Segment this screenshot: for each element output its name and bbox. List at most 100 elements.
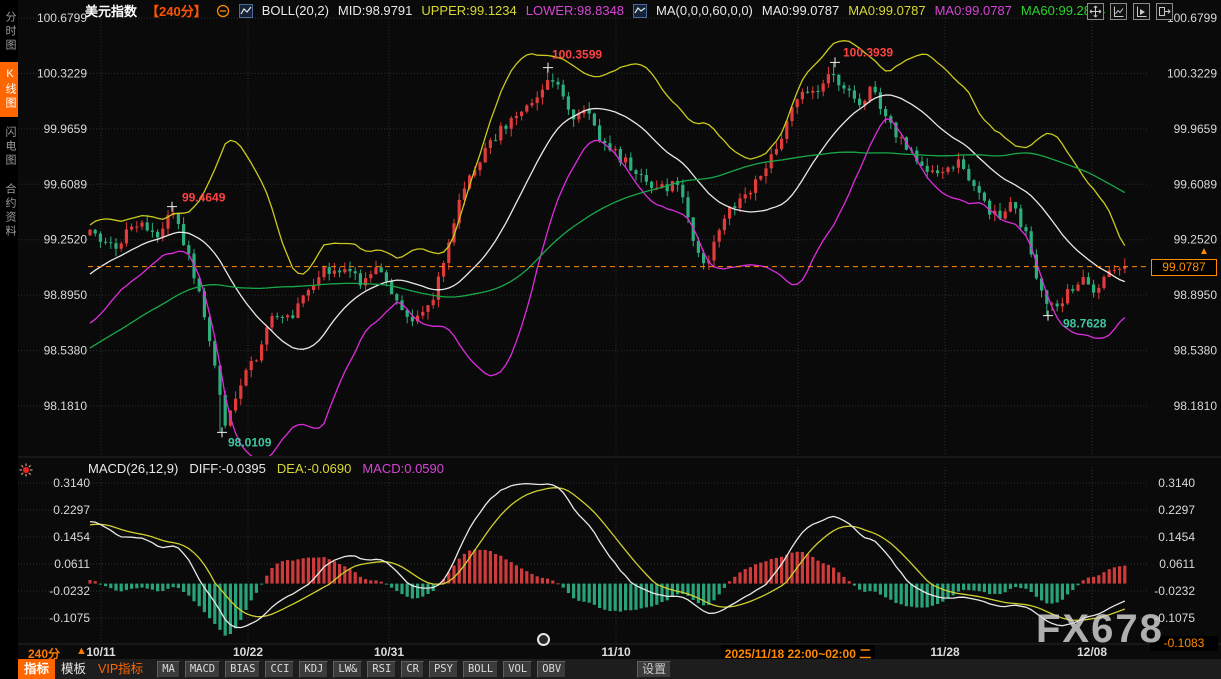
crosshair-move-icon[interactable] (1087, 3, 1104, 20)
indicator-button-rsi[interactable]: RSI (367, 661, 396, 678)
price-axis-label-left: 99.6089 (44, 177, 88, 191)
macd-axis-label-right: 0.3140 (1158, 476, 1195, 490)
price-axis-label-left: 100.3229 (37, 66, 87, 80)
indicator-button-cr[interactable]: CR (401, 661, 424, 678)
price-axis-label-left: 99.9659 (44, 122, 88, 136)
mouse-cursor-icon (537, 633, 550, 646)
price-axis-label-right: 99.9659 (1174, 122, 1218, 136)
indicator-button-psy[interactable]: PSY (429, 661, 458, 678)
view-mode-sidebar: 分时图 K线图闪电图合约资料 (0, 0, 18, 679)
date-tick-label: 10/11 (86, 645, 115, 659)
macd-axis-label-right: -0.0232 (1154, 584, 1195, 598)
tab-templates[interactable]: 模板 (55, 659, 92, 679)
ma60-line (90, 152, 1125, 348)
indicator-button-macd[interactable]: MACD (185, 661, 220, 678)
price-axis-label-left: 99.2520 (44, 233, 88, 247)
high-price-annotation: 99.4649 (182, 191, 226, 205)
chart-playback-icon[interactable] (1133, 3, 1150, 20)
sidebar-item-candlestick-chart[interactable]: K线图 (0, 62, 18, 117)
indicator-button-bias[interactable]: BIAS (225, 661, 260, 678)
price-annotations: 99.4649 100.3599 100.3939 98.0109 98.7628 (167, 45, 1107, 449)
price-axis-label-right: 98.5380 (1174, 344, 1218, 358)
boll-mid-line (90, 95, 1125, 349)
date-tick-label: 11/10 (601, 645, 630, 659)
boll-upper-line (90, 41, 1125, 274)
price-axis-label-right: 98.1810 (1174, 399, 1218, 413)
price-axis-label-left: 98.8950 (44, 288, 88, 302)
extreme-cross-marker (543, 63, 553, 73)
low-price-annotation: 98.0109 (228, 435, 272, 449)
date-tick-label: 12/08 (1077, 645, 1107, 659)
date-tick-label: 11/28 (930, 645, 959, 659)
macd-diff-value: DIFF:-0.0395 (189, 461, 266, 476)
chart-header: 美元指数 【240分】 BOLL(20,2) MID:98.9791 UPPER… (85, 2, 1105, 19)
symbol-name: 美元指数 (85, 1, 137, 20)
pan-right-icon[interactable] (1156, 3, 1173, 20)
extreme-cross-marker (1043, 311, 1053, 321)
indicator-button-kdj[interactable]: KDJ (299, 661, 328, 678)
price-up-arrow-icon: ▲ (1199, 246, 1209, 257)
macd-axis-label-left: -0.0232 (49, 584, 90, 598)
tab-vip-indicators[interactable]: VIP指标 (92, 659, 149, 679)
auto-scale-chart-icon[interactable] (1110, 3, 1127, 20)
last-price-badge: 99.0787 (1151, 259, 1217, 276)
boll-lower-value: LOWER:98.8348 (526, 3, 624, 18)
indicator-button-vol[interactable]: VOL (503, 661, 532, 678)
macd-value-badge: -0.1083 (1150, 636, 1218, 651)
ma0-value-2: MA0:99.0787 (848, 3, 925, 18)
candlesticks (88, 62, 1126, 432)
price-axis-label-right: 99.6089 (1174, 177, 1218, 191)
date-tick-label: 10/31 (374, 645, 404, 659)
low-price-annotation: 98.7628 (1063, 317, 1107, 331)
collapse-icon[interactable] (216, 4, 230, 18)
ma-indicator-icon[interactable] (633, 4, 647, 18)
indicator-button-obv[interactable]: OBV (537, 661, 566, 678)
boll-params: BOLL(20,2) (262, 3, 329, 18)
settings-button[interactable]: 设置 (637, 661, 671, 678)
period-label: 【240分】 (146, 1, 207, 20)
bottom-toolbar: 指标模板VIP指标 MA MACD BIAS CCI KDJ LW&RSI CR PSY BOLL… (18, 659, 1221, 679)
chart-canvas[interactable]: 100.6799 100.6799 100.3229 100.3229 99.9659 9… (0, 0, 1221, 679)
high-price-annotation: 100.3939 (843, 45, 893, 59)
sidebar-item-time-share-chart[interactable]: 分时图 (0, 5, 18, 59)
macd-header: MACD(26,12,9) DIFF:-0.0395 DEA:-0.0690 M… (88, 461, 444, 476)
boll-mid-value: MID:98.9791 (338, 3, 412, 18)
period-arrow-icon[interactable]: ▲ (76, 645, 87, 657)
axis-labels: 100.6799 100.6799 100.3229 100.3229 99.9659 9… (37, 11, 1217, 625)
indicator-button-lw&[interactable]: LW& (333, 661, 362, 678)
price-axis-label-right: 100.6799 (1167, 11, 1217, 25)
indicator-button-ma[interactable]: MA (157, 661, 180, 678)
date-tick-label: 10/22 (233, 645, 263, 659)
macd-axis-label-left: 0.2297 (53, 503, 90, 517)
indicator-button-boll[interactable]: BOLL (463, 661, 498, 678)
boll-upper-value: UPPER:99.1234 (421, 3, 516, 18)
boll-indicator-icon[interactable] (239, 4, 253, 18)
trading-app-window: 100.6799 100.6799 100.3229 100.3229 99.9659 9… (0, 0, 1221, 679)
sidebar-item-contract-info[interactable]: 合约资料 (0, 177, 18, 245)
price-axis-label-right: 100.3229 (1167, 66, 1217, 80)
date-axis-row: 240分 ▲ 10/1110/2210/3111/102025/11/18 22… (0, 645, 1221, 659)
macd-histogram (88, 550, 1126, 636)
indicator-button-cci[interactable]: CCI (265, 661, 294, 678)
macd-axis-label-left: -0.1075 (49, 611, 90, 625)
ma-params: MA(0,0,0,60,0,0) (656, 3, 753, 18)
price-axis-label-left: 100.6799 (37, 11, 87, 25)
indicator-flag-icon[interactable] (19, 463, 33, 482)
ma0-value-1: MA0:99.0787 (762, 3, 839, 18)
macd-axis-label-left: 0.1454 (53, 530, 90, 544)
macd-axis-label-left: 0.3140 (53, 476, 90, 490)
macd-badge-value: -0.1083 (1164, 636, 1205, 650)
macd-macd-value: MACD:0.0590 (362, 461, 444, 476)
ma0-value-3: MA0:99.0787 (935, 3, 1012, 18)
last-price-value: 99.0787 (1162, 260, 1205, 274)
extreme-cross-marker (830, 57, 840, 67)
macd-axis-label-right: 0.1454 (1158, 530, 1195, 544)
price-axis-label-left: 98.5380 (44, 344, 88, 358)
high-price-annotation: 100.3599 (552, 48, 602, 62)
price-axis-label-right: 99.2520 (1174, 233, 1218, 247)
sidebar-item-flash-chart[interactable]: 闪电图 (0, 120, 18, 174)
window-controls (1087, 3, 1173, 20)
macd-axis-label-left: 0.0611 (54, 557, 90, 571)
macd-axis-label-right: 0.0611 (1159, 557, 1195, 571)
tab-indicators[interactable]: 指标 (18, 659, 55, 679)
